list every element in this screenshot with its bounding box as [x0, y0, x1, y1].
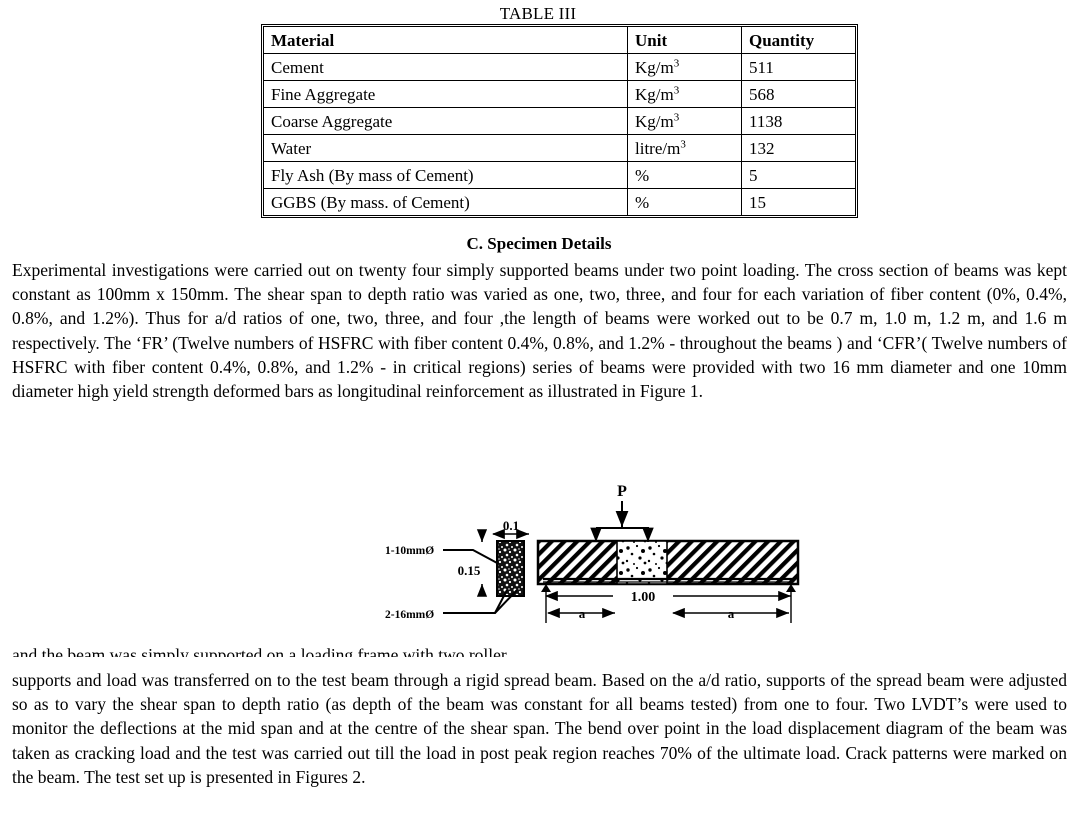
cell-unit: Kg/m3: [627, 53, 742, 81]
load-label: P: [617, 483, 627, 500]
critical-region: [616, 540, 668, 585]
bottom-bar-label: 2-16mmØ: [385, 609, 434, 621]
cell-unit: litre/m3: [627, 134, 742, 162]
table-header-row: Material Unit Quantity: [263, 26, 856, 54]
clipped-text-line: and the beam was simply supported on a l…: [12, 645, 507, 657]
cell-quantity: 132: [741, 134, 856, 162]
cell-material: Coarse Aggregate: [263, 107, 628, 135]
cell-unit: %: [627, 188, 742, 216]
cell-unit: Kg/m3: [627, 107, 742, 135]
column-header-material: Material: [263, 26, 628, 54]
shear-span-left-label: a: [579, 606, 586, 621]
span-dimension-label: 1.00: [631, 590, 656, 605]
cross-section-detail: [443, 528, 529, 614]
unit-exponent: 3: [673, 110, 680, 123]
column-header-unit: Unit: [627, 26, 742, 54]
cell-quantity: 511: [741, 53, 856, 81]
cell-material: GGBS (By mass. of Cement): [263, 188, 628, 216]
table-iii-container: TABLE III Material Unit Quantity Cement K…: [261, 4, 858, 218]
cell-unit: Kg/m3: [627, 80, 742, 108]
table-row: Cement Kg/m3 511: [263, 53, 856, 81]
unit-exponent: 3: [680, 137, 686, 150]
spread-beam: [595, 527, 649, 541]
cell-quantity: 568: [741, 80, 856, 108]
unit-exponent: 3: [673, 83, 680, 96]
beam-elevation: [536, 501, 800, 623]
table-caption: TABLE III: [499, 4, 577, 23]
cell-quantity: 1138: [741, 107, 856, 135]
table-row: GGBS (By mass. of Cement)% 15: [263, 188, 856, 216]
specimen-details-paragraph: Experimental investigations were carried…: [12, 260, 1067, 402]
cell-material: Fly Ash (By mass of Cement): [263, 161, 628, 189]
top-bar-label: 1-10mmØ: [385, 545, 434, 557]
table-body: Cement Kg/m3 511 Fine Aggregate Kg/m3 568 Coar…: [263, 53, 856, 216]
test-setup-paragraph: supports and load was transferred on to …: [12, 670, 1067, 787]
beam-specimen-figure: P 0.1 0.15 1-10mmØ 2-16mmØ 1.00 a a: [383, 478, 803, 643]
top-bar-leader: [443, 549, 500, 565]
cross-section-rectangle: [496, 540, 525, 597]
table-row: Coarse Aggregate Kg/m3 1138: [263, 107, 856, 135]
cell-material: Cement: [263, 53, 628, 81]
cell-quantity: 15: [741, 188, 856, 216]
shear-span-right-label: a: [728, 606, 735, 621]
cell-unit: %: [627, 161, 742, 189]
table-row: Fine Aggregate Kg/m3 568: [263, 80, 856, 108]
cell-material: Water: [263, 134, 628, 162]
depth-dimension-label: 0.15: [458, 563, 481, 578]
column-header-quantity: Quantity: [741, 26, 856, 54]
table-row: Fly Ash (By mass of Cement)% 5: [263, 161, 856, 189]
width-dimension-label: 0.1: [503, 518, 519, 533]
beam-body: [536, 539, 800, 586]
cell-quantity: 5: [741, 161, 856, 189]
mix-proportions-table: Material Unit Quantity Cement Kg/m3 511 Fin…: [261, 24, 858, 218]
cell-material: Fine Aggregate: [263, 80, 628, 108]
unit-exponent: 3: [673, 56, 680, 69]
section-heading: C. Specimen Details: [466, 234, 612, 253]
table-row: Water litre/m3 132: [263, 134, 856, 162]
